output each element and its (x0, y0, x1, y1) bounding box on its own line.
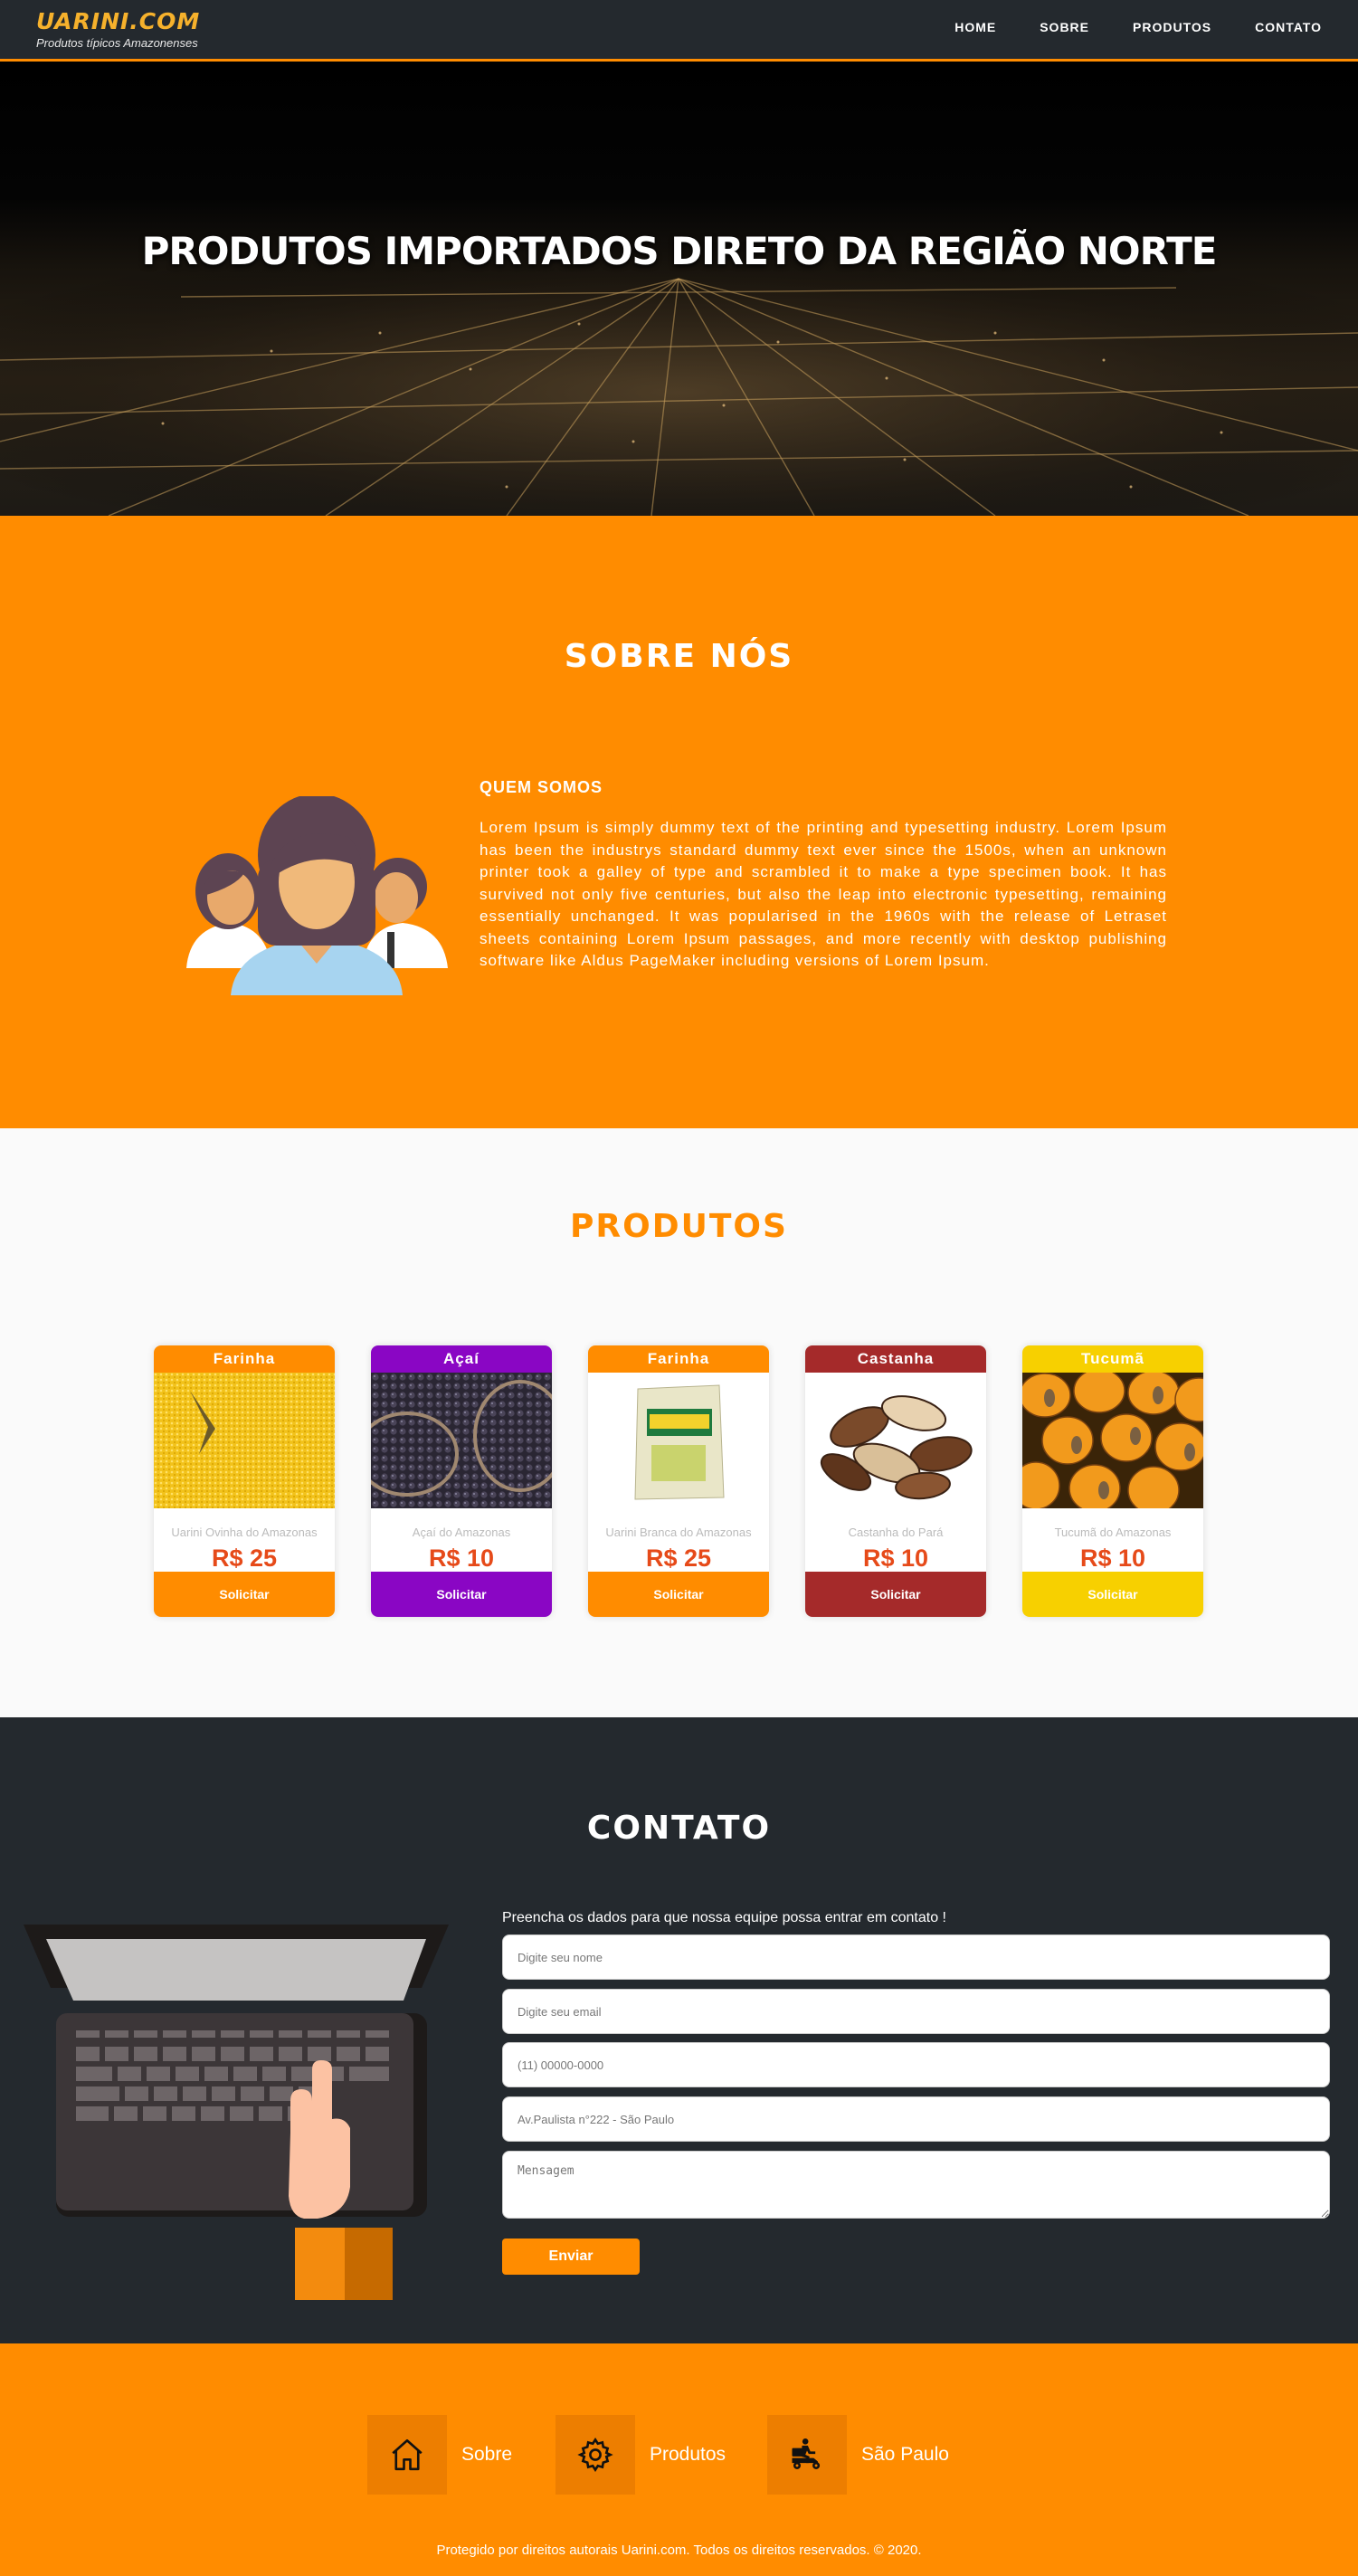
product-card: Tucumã Tucumã do Amazonas R$ 10 Solicita… (1022, 1345, 1203, 1617)
card-category: Tucumã (1022, 1345, 1203, 1373)
home-icon (392, 2438, 423, 2471)
form-intro: Preencha os dados para que nossa equipe … (502, 1910, 946, 1925)
footer-icon-box (367, 2415, 447, 2495)
product-name: Uarini Ovinha do Amazonas (171, 1526, 318, 1539)
nav-sobre-link[interactable]: SOBRE (1040, 20, 1089, 34)
product-card: Farinha Uarini Ovinha do Amazonas R$ 25 … (154, 1345, 335, 1617)
product-card: Castanha Castanha do Pará R$ 10 Solicita… (805, 1345, 986, 1617)
footer: Sobre Produtos São Paulo Protegido por d… (0, 2343, 1358, 2576)
brand-title[interactable]: UARINI.COM (36, 8, 200, 34)
farinha-branca-package-image (588, 1373, 769, 1508)
solicitar-button[interactable]: Solicitar (154, 1572, 335, 1617)
hero-title: PRODUTOS IMPORTADOS DIRETO DA REGIÃO NOR… (141, 229, 1218, 273)
product-card: Farinha Uarini Branca do Amazonas R$ 25 … (588, 1345, 769, 1617)
tucuma-image (1022, 1368, 1203, 1515)
product-price: R$ 10 (1079, 1545, 1146, 1572)
city-night-image (0, 242, 1358, 516)
gear-icon (577, 2437, 613, 2473)
footer-item-produtos[interactable]: Produtos (556, 2415, 726, 2495)
footer-label: Sobre (461, 2444, 513, 2465)
produtos-title: PRODUTOS (570, 1208, 788, 1245)
nav-home-link[interactable]: HOME (954, 20, 996, 34)
product-price: R$ 10 (862, 1545, 929, 1572)
solicitar-button[interactable]: Solicitar (371, 1572, 552, 1617)
footer-icon-box (767, 2415, 847, 2495)
product-price: R$ 25 (211, 1545, 278, 1572)
main-nav: HOME SOBRE PRODUTOS CONTATO (954, 20, 1322, 34)
produtos-section: PRODUTOS Farinha Uarini Ovinha do Amazon… (0, 1128, 1358, 1717)
navbar: UARINI.COM Produtos típicos Amazonenses … (0, 0, 1358, 62)
solicitar-button[interactable]: Solicitar (588, 1572, 769, 1617)
footer-label: São Paulo (861, 2444, 949, 2465)
hero-banner: PRODUTOS IMPORTADOS DIRETO DA REGIÃO NOR… (0, 62, 1358, 516)
team-illustration (186, 796, 448, 995)
quem-somos-text: Lorem Ipsum is simply dummy text of the … (480, 819, 1167, 969)
footer-icon-box (556, 2415, 635, 2495)
farinha-amarela-image (154, 1373, 335, 1508)
telefone-field[interactable] (502, 2042, 1330, 2087)
mensagem-field[interactable] (502, 2151, 1330, 2219)
acai-image (371, 1373, 552, 1508)
product-name: Tucumã do Amazonas (1054, 1526, 1172, 1539)
card-category: Farinha (588, 1345, 769, 1373)
footer-item-sao-paulo[interactable]: São Paulo (767, 2415, 949, 2495)
laptop-illustration (24, 1925, 449, 2300)
brand-tagline: Produtos típicos Amazonenses (36, 36, 198, 50)
quem-somos-title: QUEM SOMOS (480, 778, 603, 796)
contato-section: CONTATO Preencha os dados para que nossa… (0, 1717, 1358, 2343)
contato-title: CONTATO (586, 1810, 772, 1847)
product-price: R$ 25 (645, 1545, 712, 1572)
copyright-text: Protegido por direitos autorais Uarini.c… (436, 2543, 922, 2558)
sobre-title: SOBRE NÓS (564, 638, 794, 675)
delivery-scooter-icon (792, 2438, 821, 2469)
product-name: Uarini Branca do Amazonas (605, 1526, 752, 1539)
nav-produtos-link[interactable]: PRODUTOS (1133, 20, 1211, 34)
product-name: Castanha do Pará (848, 1526, 944, 1539)
card-category: Açaí (371, 1345, 552, 1373)
product-name: Açaí do Amazonas (412, 1526, 511, 1539)
product-cards: Farinha Uarini Ovinha do Amazonas R$ 25 … (154, 1345, 1203, 1617)
enviar-button[interactable]: Enviar (502, 2239, 640, 2275)
product-price: R$ 10 (428, 1545, 495, 1572)
nome-field[interactable] (502, 1934, 1330, 1980)
brand[interactable]: UARINI.COM Produtos típicos Amazonenses (36, 8, 200, 50)
product-card: Açaí Açaí do Amazonas R$ 10 Solicitar (371, 1345, 552, 1617)
solicitar-button[interactable]: Solicitar (805, 1572, 986, 1617)
footer-item-sobre[interactable]: Sobre (367, 2415, 512, 2495)
footer-label: Produtos (650, 2444, 726, 2465)
castanha-image (805, 1373, 986, 1508)
solicitar-button[interactable]: Solicitar (1022, 1572, 1203, 1617)
card-category: Castanha (805, 1345, 986, 1373)
endereco-field[interactable] (502, 2096, 1330, 2142)
sobre-section: SOBRE NÓS QUEM SOMOS Lorem Ipsum is simp… (0, 516, 1358, 1128)
nav-contato-link[interactable]: CONTATO (1255, 20, 1322, 34)
email-field[interactable] (502, 1989, 1330, 2034)
card-category: Farinha (154, 1345, 335, 1373)
